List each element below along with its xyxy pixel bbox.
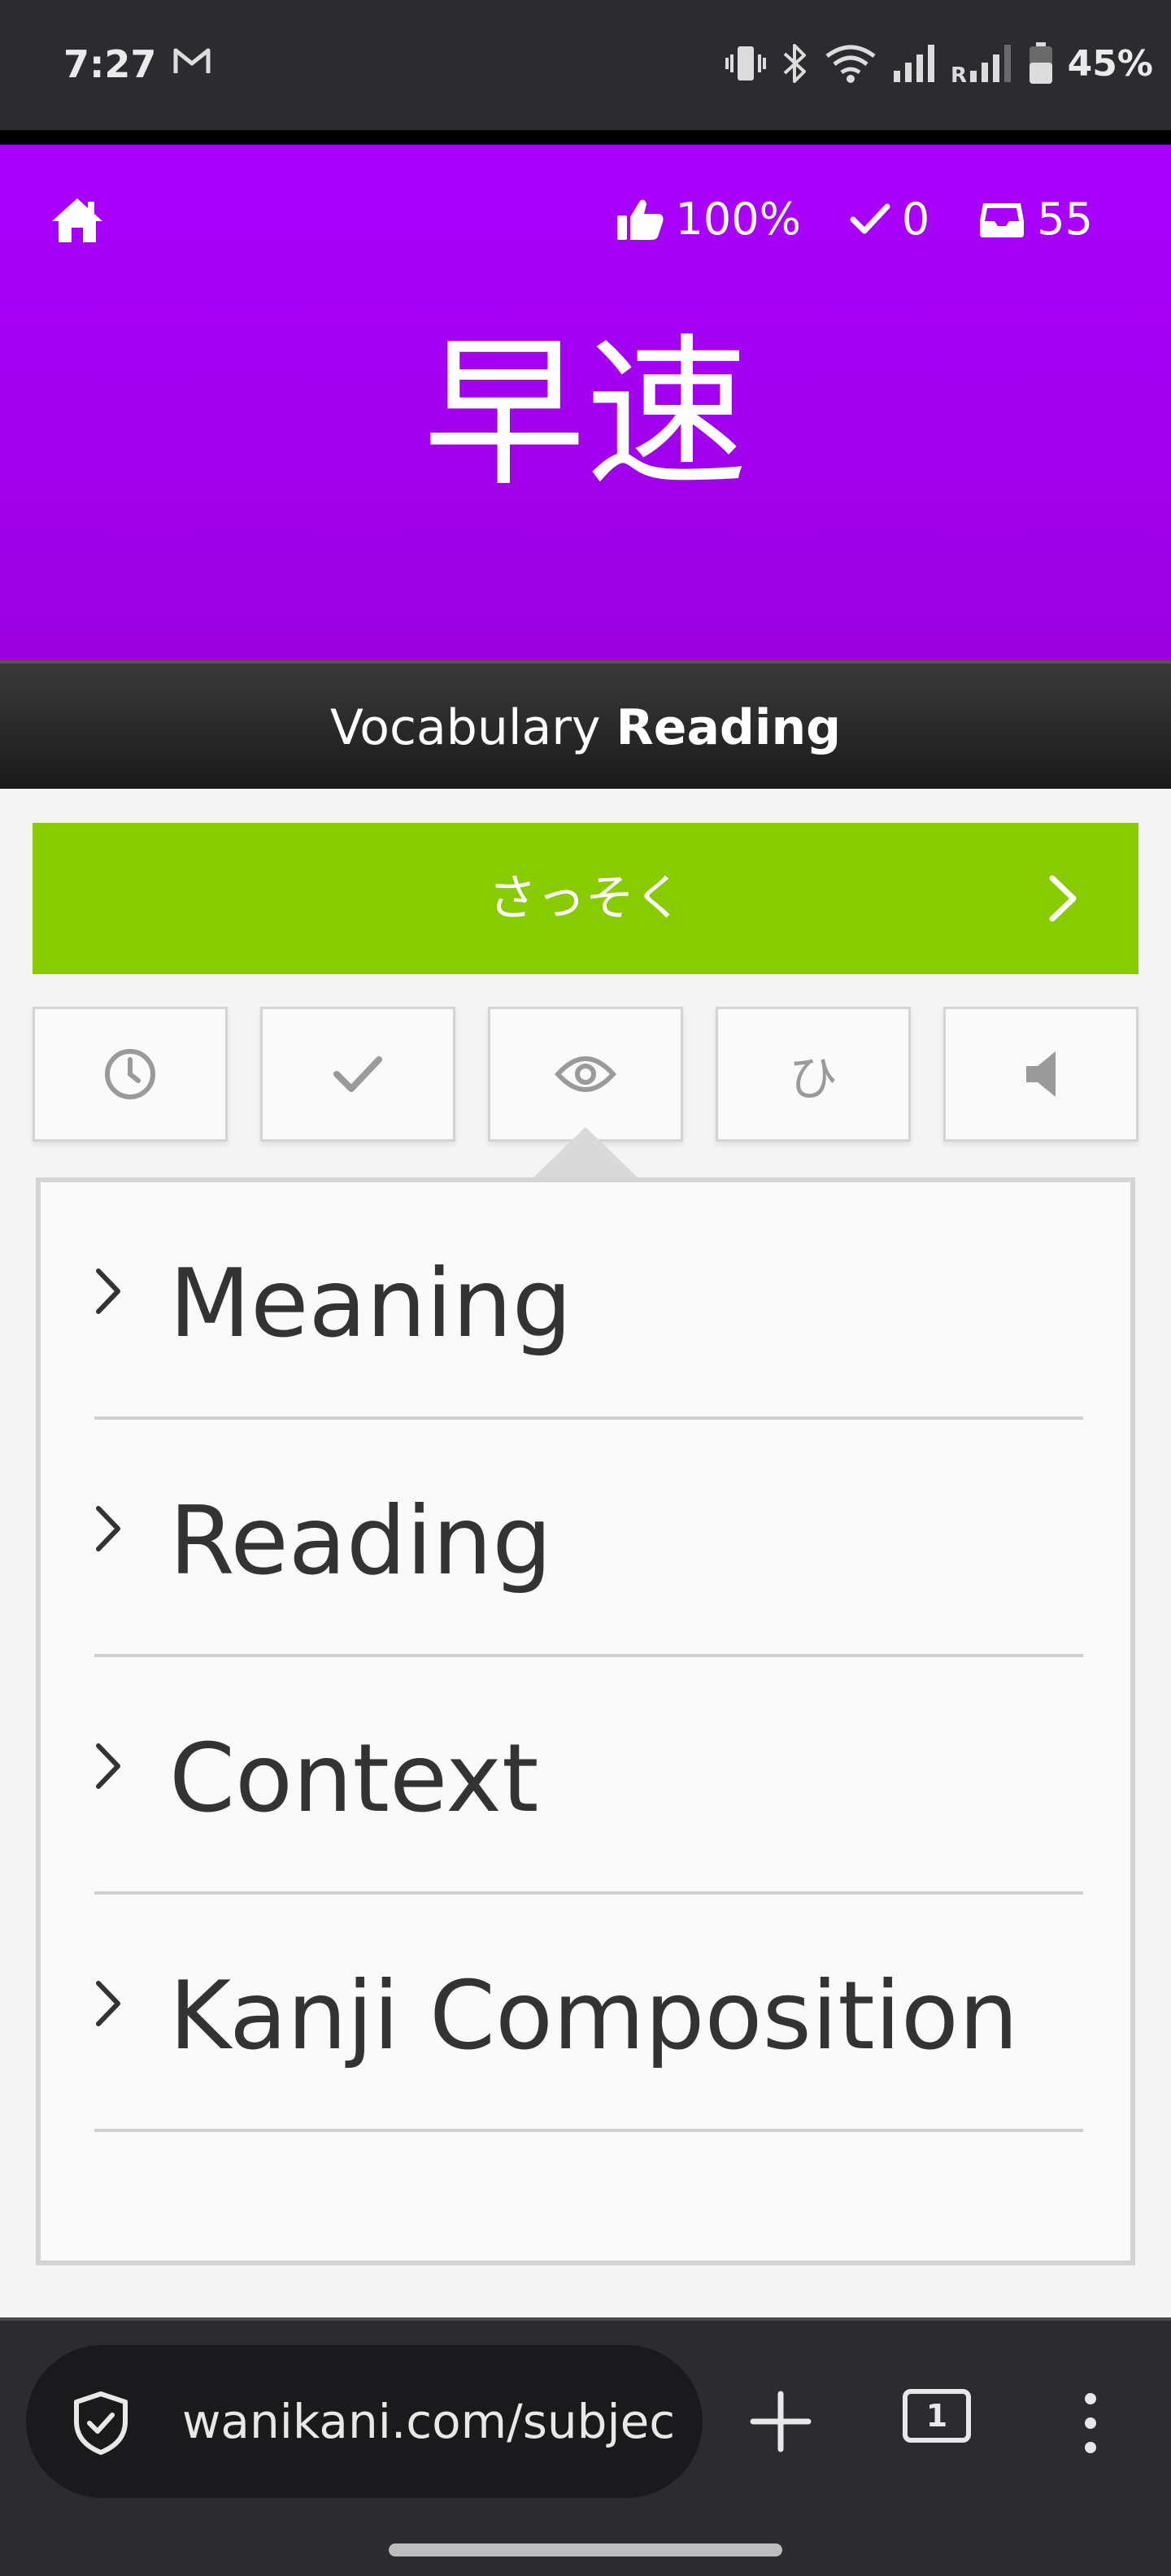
vibrate-icon [725,46,766,80]
info-section-context[interactable]: Context [94,1657,1083,1895]
check-icon [850,203,890,233]
answer-value: さっそく [488,870,683,927]
speaker-icon [1026,1051,1056,1097]
wifi-icon [825,45,876,83]
gmail-icon [173,48,211,73]
last-items-button[interactable] [33,1007,228,1142]
new-tab-icon[interactable] [748,2389,813,2454]
info-panel-pointer [533,1127,638,1177]
info-section-reading[interactable]: Reading [94,1420,1083,1657]
info-section-kanji-composition[interactable]: Kanji Composition [94,1895,1083,2132]
correct-stat: 0 [850,194,929,245]
subject-characters: 早速 [422,320,748,509]
item-info-panel: Meaning Reading Context Kanji Compositio… [36,1177,1135,2265]
accuracy-stat: 100% [616,194,801,245]
top-divider [0,130,1171,145]
page-bottom [0,2265,1171,2317]
kana-chart-label: ひ [789,1050,838,1107]
chevron-right-icon [96,1268,120,1314]
inbox-icon [980,202,1025,237]
home-icon[interactable] [50,197,104,244]
chevron-right-icon [96,1981,120,2026]
remaining-stat: 55 [978,194,1093,245]
bluetooth-icon [783,44,806,83]
status-icons: R 45% [725,39,1153,88]
mark-correct-button[interactable] [260,1007,455,1142]
remaining-count: 55 [1037,194,1093,245]
clock-icon [105,1049,155,1099]
status-bar: 7:27 R 45% [0,0,1171,130]
question-type-bar: Vocabulary Reading [0,660,1171,789]
info-section-label: Reading [169,1486,552,1596]
review-header: 100% 0 55 早速 [0,145,1171,660]
url-text: wanikani.com/subjec [182,2394,676,2449]
eye-icon [555,1056,616,1092]
info-section-label: Context [169,1724,539,1834]
review-stats: 100% 0 55 [616,194,1093,245]
battery-percentage: 45% [1067,42,1153,85]
roaming-signal-icon: R [951,45,1011,84]
gesture-home-bar[interactable] [389,2543,782,2556]
address-bar[interactable]: wanikani.com/subjec [26,2345,703,2498]
action-buttons: ひ [33,1007,1138,1142]
shield-check-icon [74,2391,128,2455]
chevron-right-icon[interactable] [1046,873,1082,924]
item-info-button[interactable] [488,1007,683,1142]
battery-icon [1029,42,1052,84]
browser-toolbar: wanikani.com/subjec 1 [0,2317,1171,2576]
subject-type: Vocabulary [329,699,601,756]
question-type: Reading [616,699,842,756]
signal-icon [893,45,934,82]
check-icon [333,1056,382,1092]
info-section-meaning[interactable]: Meaning [94,1182,1083,1420]
chevron-right-icon [96,1506,120,1551]
status-time: 7:27 [63,42,157,86]
chevron-right-icon [96,1743,120,1789]
accuracy-value: 100% [675,194,801,245]
answer-field[interactable]: さっそく [33,823,1138,974]
audio-button[interactable] [943,1007,1138,1142]
thumbs-up-icon [616,199,664,240]
info-section-label: Meaning [169,1249,572,1359]
tab-switcher-button[interactable]: 1 [903,2389,971,2443]
info-section-label: Kanji Composition [169,1961,1019,2071]
overflow-menu-icon[interactable] [1078,2391,1103,2456]
kana-chart-button[interactable]: ひ [716,1007,911,1142]
svg-text:R: R [951,63,967,84]
correct-count: 0 [901,194,930,245]
